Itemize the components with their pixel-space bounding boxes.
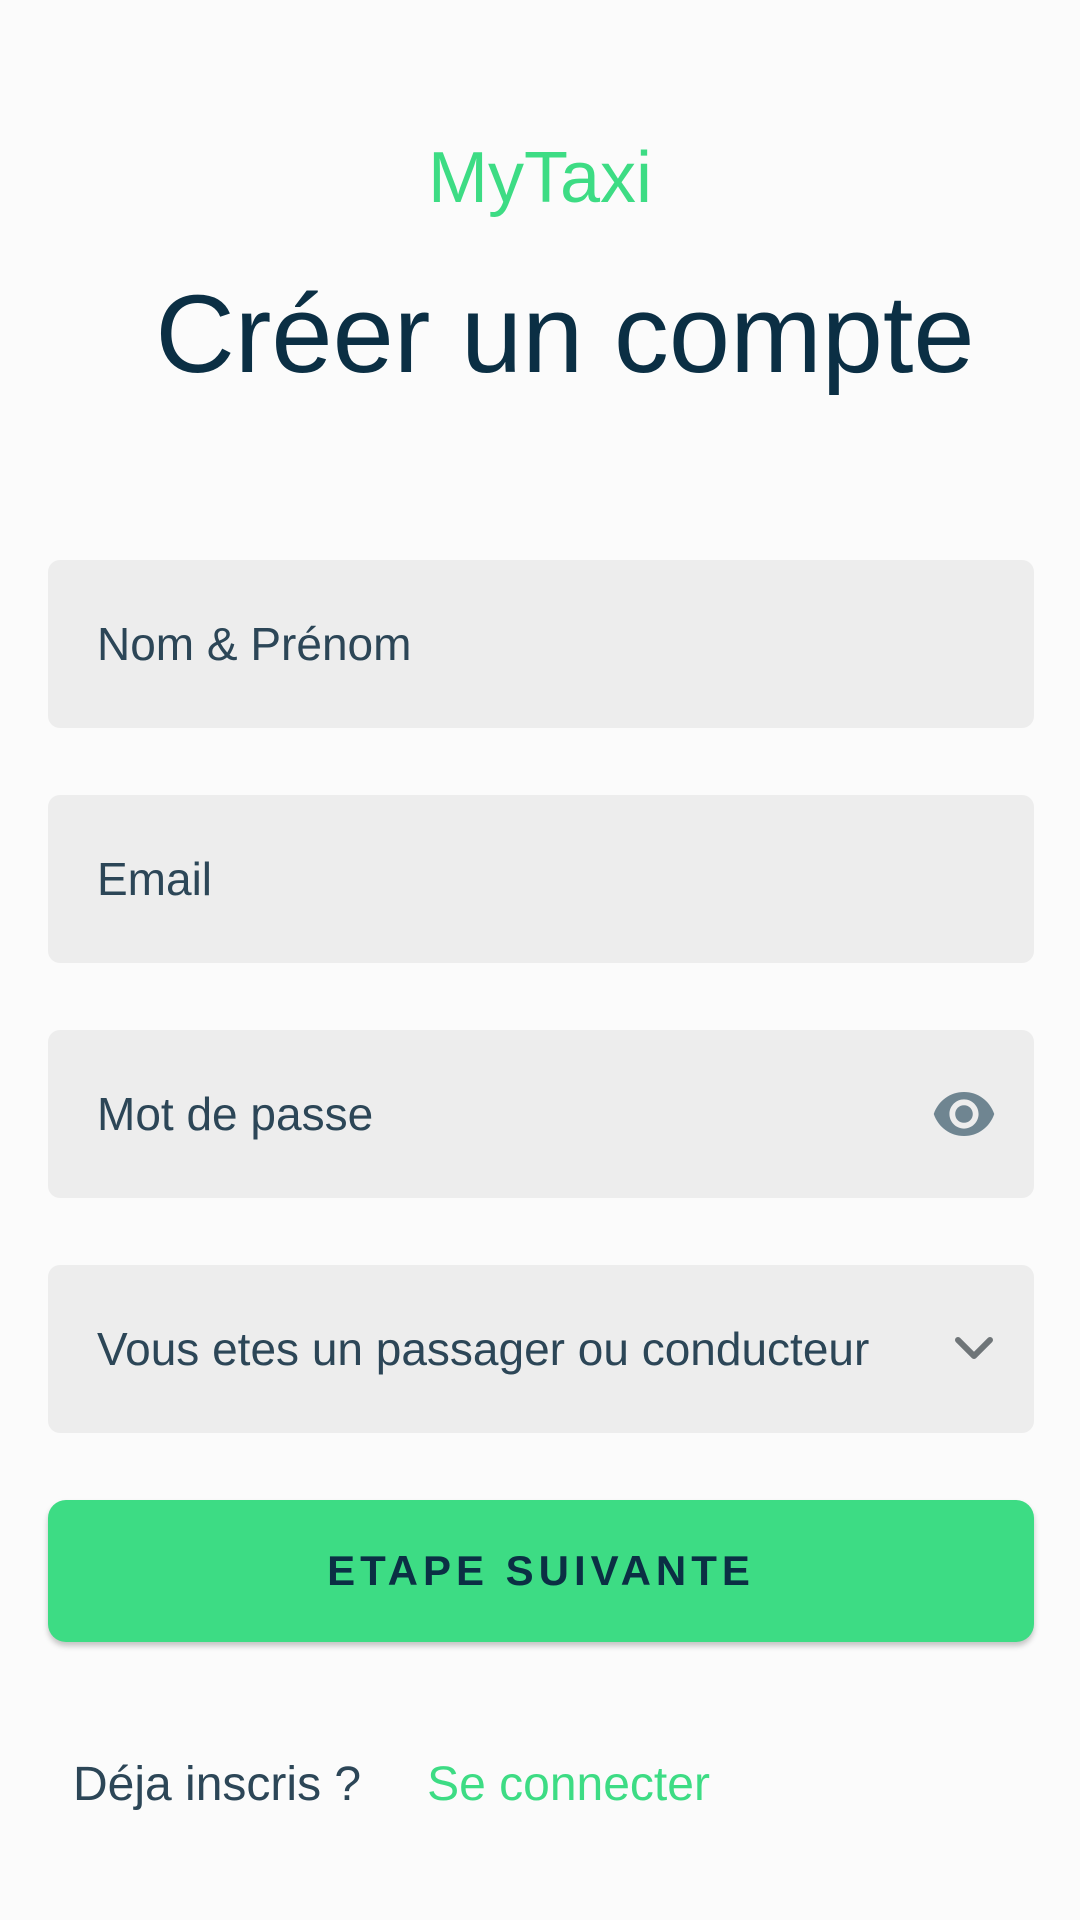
name-field[interactable] xyxy=(48,560,1034,728)
next-step-button[interactable]: ETAPE SUIVANTE xyxy=(48,1500,1034,1642)
name-input[interactable] xyxy=(97,617,998,671)
password-field[interactable] xyxy=(48,1030,1034,1198)
role-select-value: Vous etes un passager ou conducteur xyxy=(97,1323,870,1375)
signup-screen: MyTaxi Créer un compte Vous etes un pass… xyxy=(0,0,1080,1920)
password-input[interactable] xyxy=(97,1087,930,1141)
email-input[interactable] xyxy=(97,852,998,906)
login-prompt: Déja inscris ? Se connecter xyxy=(73,1755,710,1815)
eye-icon[interactable] xyxy=(930,1091,998,1137)
already-registered-text: Déja inscris ? xyxy=(73,1758,362,1811)
login-link[interactable]: Se connecter xyxy=(427,1755,710,1815)
email-field[interactable] xyxy=(48,795,1034,963)
role-select[interactable]: Vous etes un passager ou conducteur xyxy=(48,1265,1034,1433)
app-brand: MyTaxi xyxy=(427,138,652,218)
page-title: Créer un compte xyxy=(155,273,975,396)
chevron-down-icon xyxy=(950,1325,998,1373)
